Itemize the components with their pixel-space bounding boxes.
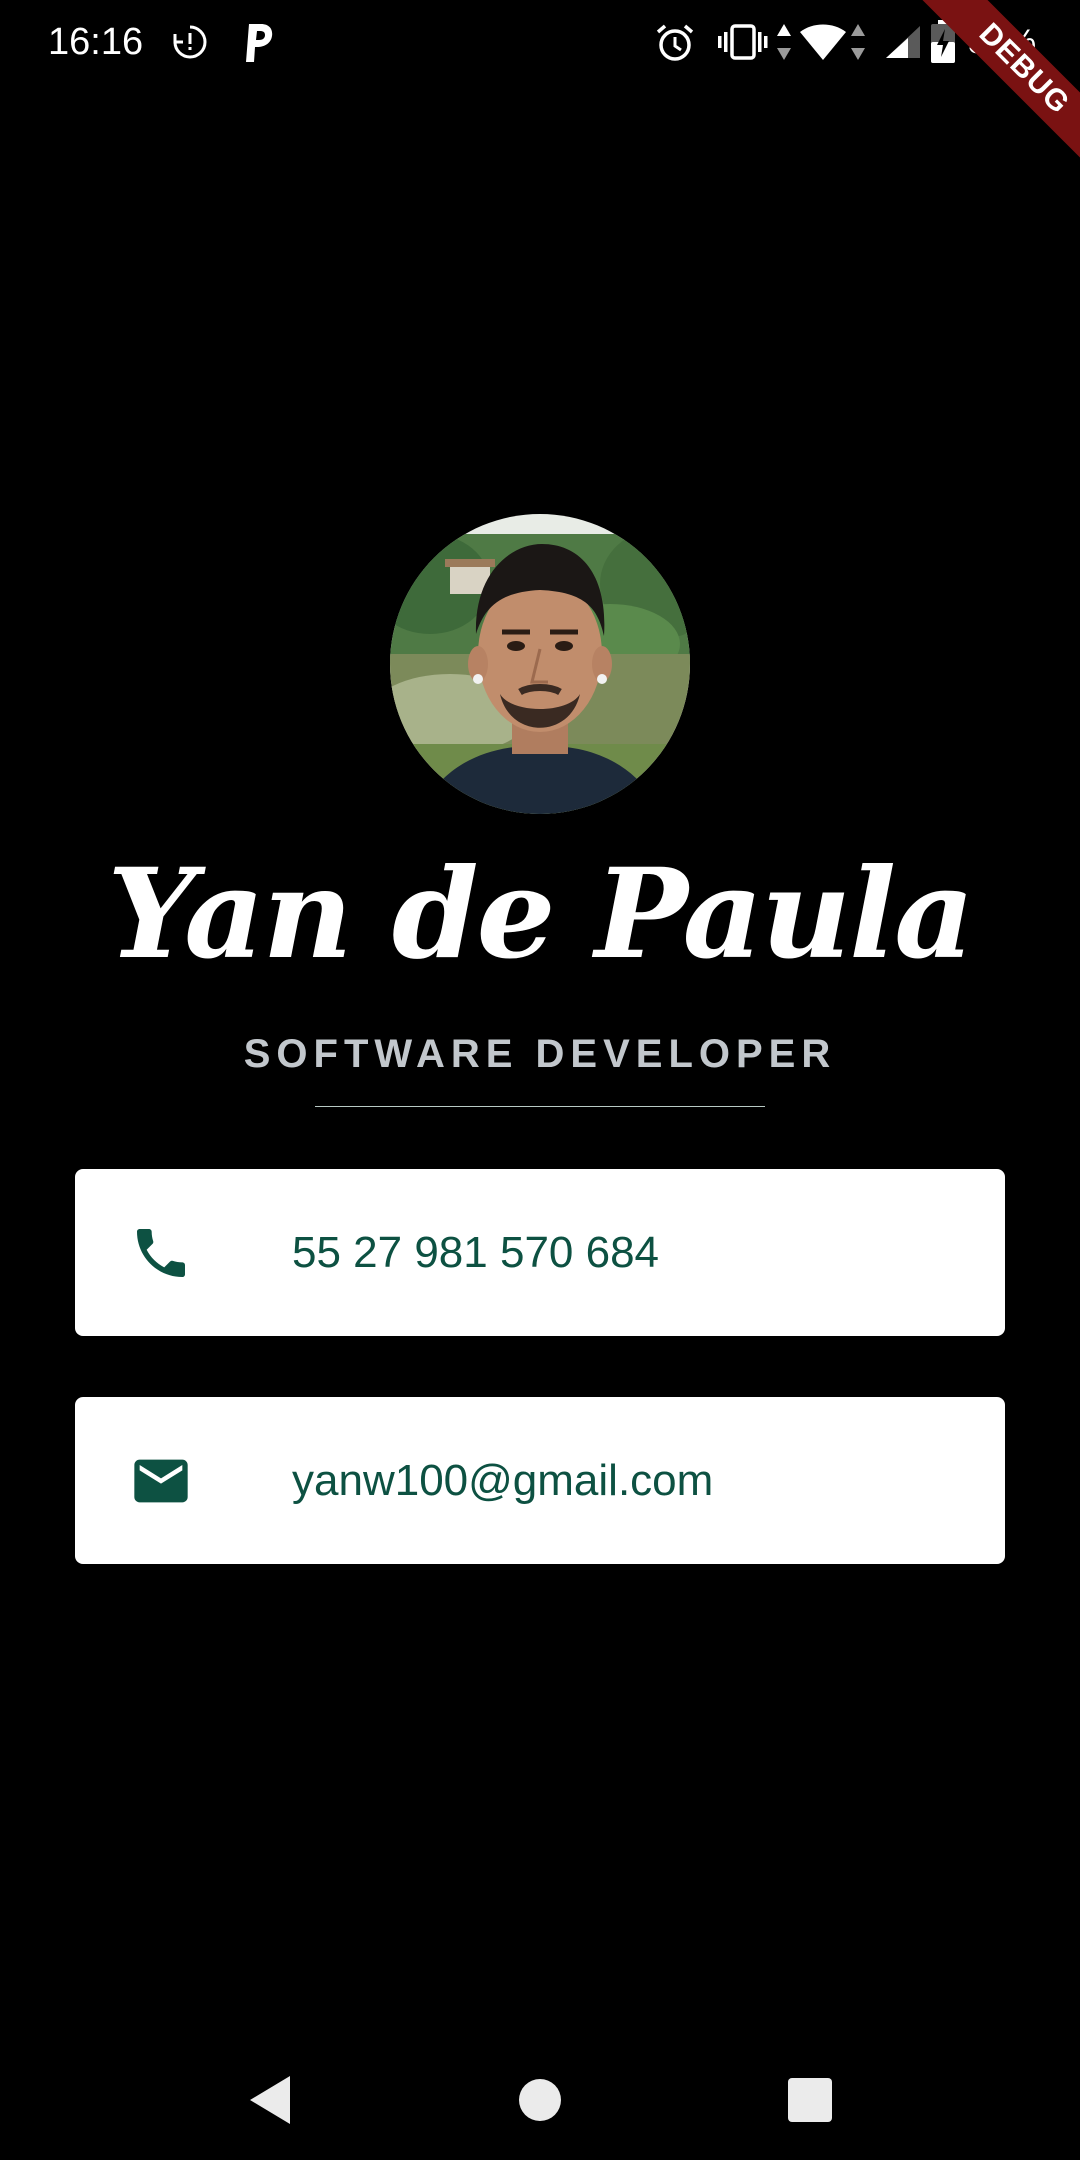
recents-button[interactable] (750, 2040, 870, 2160)
email-address: yanw100@gmail.com (292, 1456, 714, 1505)
phone-number: 55 27 981 570 684 (292, 1228, 660, 1277)
mail-icon (134, 1459, 188, 1502)
back-button[interactable] (210, 2040, 330, 2160)
parking-app-icon (246, 24, 273, 62)
status-time: 16:16 (48, 21, 144, 63)
home-icon (519, 2079, 561, 2121)
sync-alert-icon (173, 25, 207, 59)
profile-photo (390, 514, 690, 814)
debug-banner: DEBUG (900, 0, 1080, 180)
profile-name: Yan de Paula (107, 842, 974, 987)
back-icon (250, 2076, 290, 2124)
profile-title: SOFTWARE DEVELOPER (243, 1032, 837, 1076)
phone-icon (137, 1228, 185, 1277)
divider (315, 1106, 765, 1107)
alarm-icon (656, 24, 694, 61)
phone-card[interactable]: 55 27 981 570 684 (75, 1169, 1005, 1336)
wifi-icon (800, 24, 846, 60)
vibrate-icon (718, 24, 768, 60)
data-arrows-icon (851, 24, 865, 60)
navigation-bar (0, 2040, 1080, 2160)
debug-banner-label: DEBUG (915, 0, 1080, 178)
home-button[interactable] (480, 2040, 600, 2160)
email-card[interactable]: yanw100@gmail.com (75, 1397, 1005, 1564)
data-arrows-icon (777, 24, 791, 60)
recents-icon (788, 2078, 832, 2122)
